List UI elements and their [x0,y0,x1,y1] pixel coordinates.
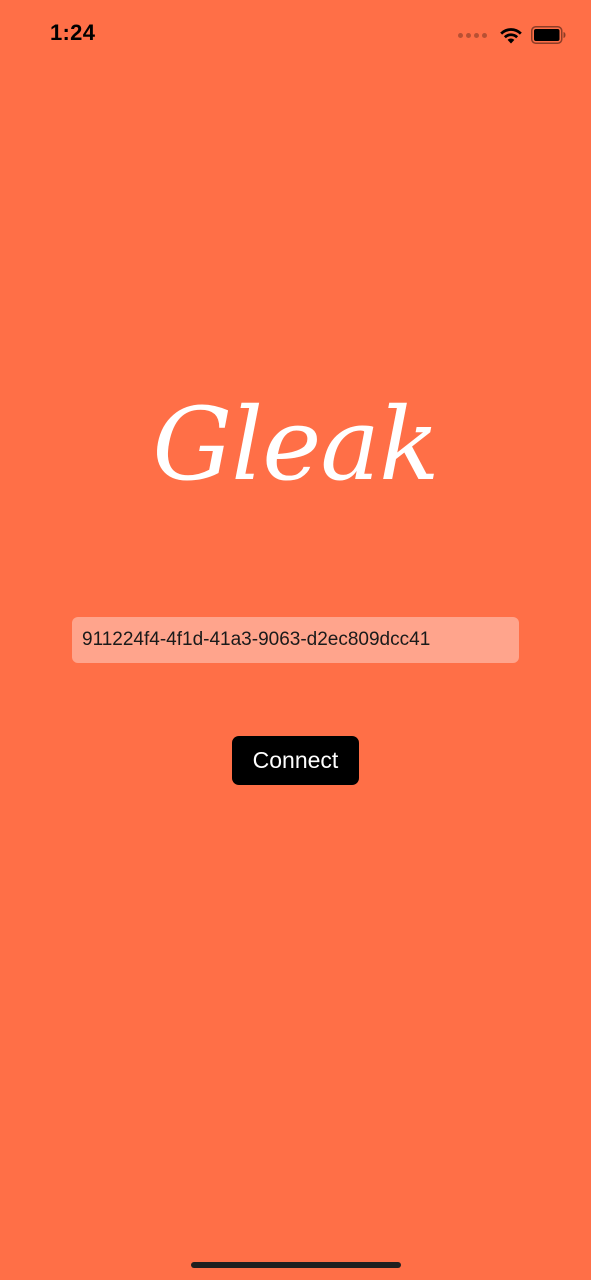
signal-icon [458,32,487,38]
app-logo: Gleak [152,386,439,503]
status-bar: 1:24 [0,0,591,70]
connect-button[interactable]: Connect [232,736,359,785]
status-icons [458,24,567,46]
battery-icon [531,26,567,44]
session-id-input[interactable] [72,617,519,663]
status-time: 1:24 [50,20,96,45]
home-indicator [191,1262,401,1268]
wifi-icon [499,26,523,44]
